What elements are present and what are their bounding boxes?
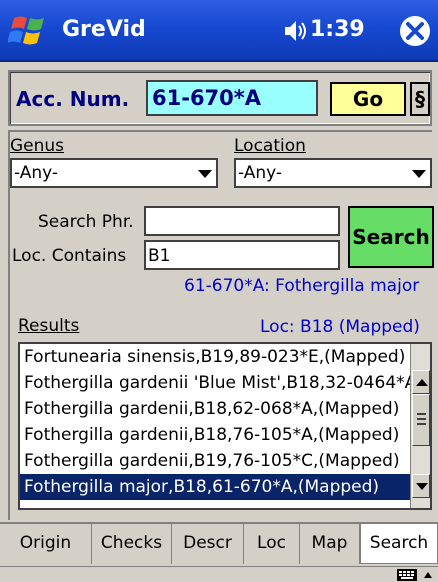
- bottom-bar: [0, 566, 438, 582]
- chevron-up-icon: [416, 379, 428, 386]
- genus-label: Genus: [10, 136, 65, 156]
- tab-loc[interactable]: Loc: [244, 524, 300, 564]
- speaker-icon[interactable]: [282, 18, 308, 44]
- grip-line: [417, 413, 426, 415]
- grip-line: [417, 418, 426, 420]
- list-item[interactable]: Fothergilla gardenii,B18,62-068*A,(Mappe…: [20, 396, 412, 422]
- tab-search[interactable]: Search: [360, 524, 438, 564]
- loc-contains-label: Loc. Contains: [12, 246, 127, 266]
- section-button[interactable]: §: [410, 82, 430, 116]
- location-select-value: -Any-: [238, 163, 283, 183]
- results-scrollbar[interactable]: [410, 344, 430, 508]
- list-item[interactable]: Fortunearia sinensis,B19,89-023*E,(Mappe…: [20, 344, 412, 370]
- accession-input[interactable]: 61-670*A: [146, 80, 318, 116]
- chevron-down-icon: [412, 170, 426, 178]
- location-label: Location: [234, 136, 306, 156]
- tab-map[interactable]: Map: [300, 524, 360, 564]
- genus-select[interactable]: -Any-: [10, 158, 218, 188]
- search-button[interactable]: Search: [348, 206, 434, 268]
- tab-checks[interactable]: Checks: [92, 524, 172, 564]
- location-info: Loc: B18 (Mapped): [260, 317, 420, 337]
- close-icon[interactable]: [398, 14, 432, 48]
- genus-select-value: -Any-: [14, 163, 59, 183]
- caret-up-icon[interactable]: [422, 569, 434, 581]
- go-button[interactable]: Go: [330, 82, 406, 116]
- scroll-up-button[interactable]: [412, 370, 430, 394]
- accession-label: Acc. Num.: [16, 87, 130, 111]
- tab-descr[interactable]: Descr: [172, 524, 244, 564]
- list-item[interactable]: Fothergilla gardenii 'Blue Mist',B18,32-…: [20, 370, 412, 396]
- chevron-down-icon: [416, 483, 428, 490]
- list-item[interactable]: Fothergilla gardenii,B18,76-105*A,(Mappe…: [20, 422, 412, 448]
- selected-accession-info: 61-670*A: Fothergilla major: [184, 276, 420, 296]
- app-title: GreVid: [62, 17, 146, 42]
- location-select[interactable]: -Any-: [234, 158, 432, 188]
- main-content: Acc. Num. 61-670*A Go § Genus -Any- Loca…: [0, 62, 438, 522]
- scroll-thumb[interactable]: [412, 394, 430, 446]
- grip-line: [417, 423, 426, 425]
- scroll-down-button[interactable]: [412, 474, 430, 498]
- loc-contains-input[interactable]: B1: [144, 240, 340, 270]
- tab-bar: Origin Checks Descr Loc Map Search: [0, 522, 438, 566]
- accession-panel: Acc. Num. 61-670*A Go §: [8, 70, 432, 126]
- results-list[interactable]: Fortunearia sinensis,B19,89-023*E,(Mappe…: [18, 342, 432, 510]
- windows-start-icon[interactable]: [8, 12, 52, 50]
- list-item[interactable]: Fothergilla gardenii,B19,76-105*C,(Mappe…: [20, 448, 412, 474]
- keyboard-icon[interactable]: [396, 568, 418, 582]
- search-phrase-label: Search Phr.: [38, 212, 134, 232]
- clock[interactable]: 1:39: [310, 17, 365, 42]
- tab-origin[interactable]: Origin: [0, 524, 92, 564]
- list-item-selected[interactable]: Fothergilla major,B18,61-670*A,(Mapped): [20, 474, 412, 500]
- chevron-down-icon: [198, 170, 212, 178]
- search-phrase-input[interactable]: [144, 206, 340, 236]
- results-label: Results: [18, 316, 80, 336]
- title-bar: GreVid 1:39: [0, 0, 438, 62]
